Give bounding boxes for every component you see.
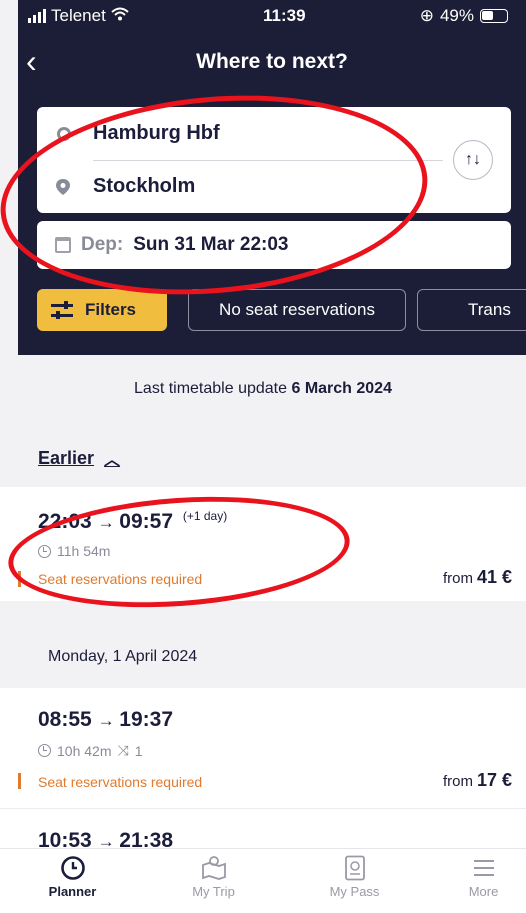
journey-card[interactable]: 08:55 → 19:37 10h 42m ⤨ 1 Seat reservati… — [0, 688, 526, 808]
price-prefix: from — [442, 773, 473, 790]
journey-times: 10:53 → 21:38 — [38, 829, 173, 848]
tab-label: My Pass — [329, 884, 380, 899]
duration-value: 11h 54m — [57, 543, 111, 559]
arrow-icon: → — [97, 832, 120, 848]
arrival-time: 09:57 — [119, 510, 174, 533]
orientation-lock-icon: ⊕ — [419, 6, 434, 25]
tab-label: Planner — [48, 884, 97, 899]
price-value: 17 € — [476, 770, 512, 790]
journey-card[interactable]: 10:53 → 21:38 — [0, 808, 526, 848]
price-value: 41 € — [476, 567, 512, 587]
origin-dot-icon — [57, 126, 71, 141]
navigation-bar: ‹ Where to next? — [18, 40, 526, 84]
tab-bar: Planner My Trip My Pass More — [0, 848, 526, 913]
seat-reservation-notice: Seat reservations required — [38, 571, 203, 587]
warning-flag — [18, 571, 21, 587]
next-day-note: (+1 day) — [182, 509, 228, 523]
battery-percent: 49% — [439, 6, 474, 25]
seat-reservation-notice: Seat reservations required — [38, 774, 203, 790]
transfer-icon: ⤨ — [117, 742, 129, 758]
update-prefix: Last timetable update — [134, 380, 288, 397]
departure-time: 10:53 — [38, 829, 92, 848]
route-card: Hamburg Hbf Stockholm ↑↓ — [37, 107, 511, 213]
departure-time: 22:03 — [38, 510, 92, 533]
clock-icon — [59, 855, 87, 881]
journey-price: from 17 € — [443, 770, 512, 791]
clock-icon — [38, 544, 51, 558]
arrow-icon: → — [97, 513, 120, 532]
earlier-toggle[interactable]: Earlier ︿ — [38, 446, 120, 470]
route-divider — [93, 160, 443, 161]
departure-time: 08:55 — [38, 708, 92, 731]
status-time: 11:39 — [263, 6, 306, 25]
filters-button[interactable]: Filters — [37, 289, 167, 331]
departure-field[interactable]: Dep: Sun 31 Mar 22:03 — [37, 221, 511, 269]
arrival-time: 19:37 — [119, 708, 174, 731]
tab-my-trip[interactable]: My Trip — [148, 849, 279, 913]
wifi-icon — [111, 6, 129, 26]
duration-value: 10h 42m — [57, 742, 112, 759]
destination-label: Stockholm — [93, 175, 196, 197]
update-date: 6 March 2024 — [291, 380, 392, 397]
carrier: Telenet — [28, 6, 129, 26]
timetable-update: Last timetable update 6 March 2024 — [0, 380, 526, 398]
tab-planner[interactable]: Planner — [7, 849, 138, 913]
journey-times: 08:55 → 19:37 — [38, 708, 173, 732]
menu-icon — [470, 855, 498, 881]
page-title: Where to next? — [196, 50, 348, 73]
origin-label: Hamburg Hbf — [93, 122, 220, 144]
clock-icon — [38, 744, 51, 757]
transfers-chip[interactable]: Trans — [417, 289, 526, 331]
arrow-icon: → — [97, 711, 120, 730]
departure-prefix: Dep: — [81, 234, 124, 255]
calendar-icon — [55, 237, 71, 253]
journey-duration: 11h 54m — [38, 543, 110, 559]
battery-status: ⊕ 49% — [420, 6, 508, 26]
price-prefix: from — [442, 570, 473, 587]
filter-chips: Filters No seat reservations Trans — [37, 289, 526, 331]
carrier-name: Telenet — [51, 6, 106, 25]
map-icon — [200, 855, 228, 881]
tab-label: More — [468, 884, 499, 899]
tab-my-pass[interactable]: My Pass — [289, 849, 420, 913]
swap-stations-button[interactable]: ↑↓ — [453, 140, 493, 180]
status-bar: Telenet 11:39 ⊕ 49% — [18, 0, 526, 36]
filter-sliders-icon — [51, 301, 73, 319]
journey-duration: 10h 42m ⤨ 1 — [38, 742, 142, 759]
swap-arrows-icon: ↑↓ — [465, 151, 481, 168]
tab-label: My Trip — [192, 884, 235, 899]
journey-times: 22:03 → 09:57 (+1 day) — [38, 509, 227, 534]
battery-icon — [480, 9, 508, 23]
warning-flag — [18, 773, 21, 789]
chevron-up-icon: ︿ — [104, 452, 121, 469]
earlier-label: Earlier — [38, 447, 95, 468]
journey-price: from 41 € — [443, 567, 512, 588]
changes-count: 1 — [134, 742, 143, 759]
departure-value: Sun 31 Mar 22:03 — [133, 234, 289, 255]
day-header: Monday, 1 April 2024 — [48, 648, 198, 665]
tab-more[interactable]: More — [418, 849, 526, 913]
pass-icon — [341, 855, 369, 881]
arrival-time: 21:38 — [119, 829, 174, 848]
location-pin-icon — [56, 178, 70, 195]
journey-card[interactable]: 22:03 → 09:57 (+1 day) 11h 54m Seat rese… — [0, 487, 526, 601]
filters-label: Filters — [85, 300, 137, 319]
signal-icon — [28, 9, 46, 23]
no-seat-reservations-chip[interactable]: No seat reservations — [188, 289, 406, 331]
